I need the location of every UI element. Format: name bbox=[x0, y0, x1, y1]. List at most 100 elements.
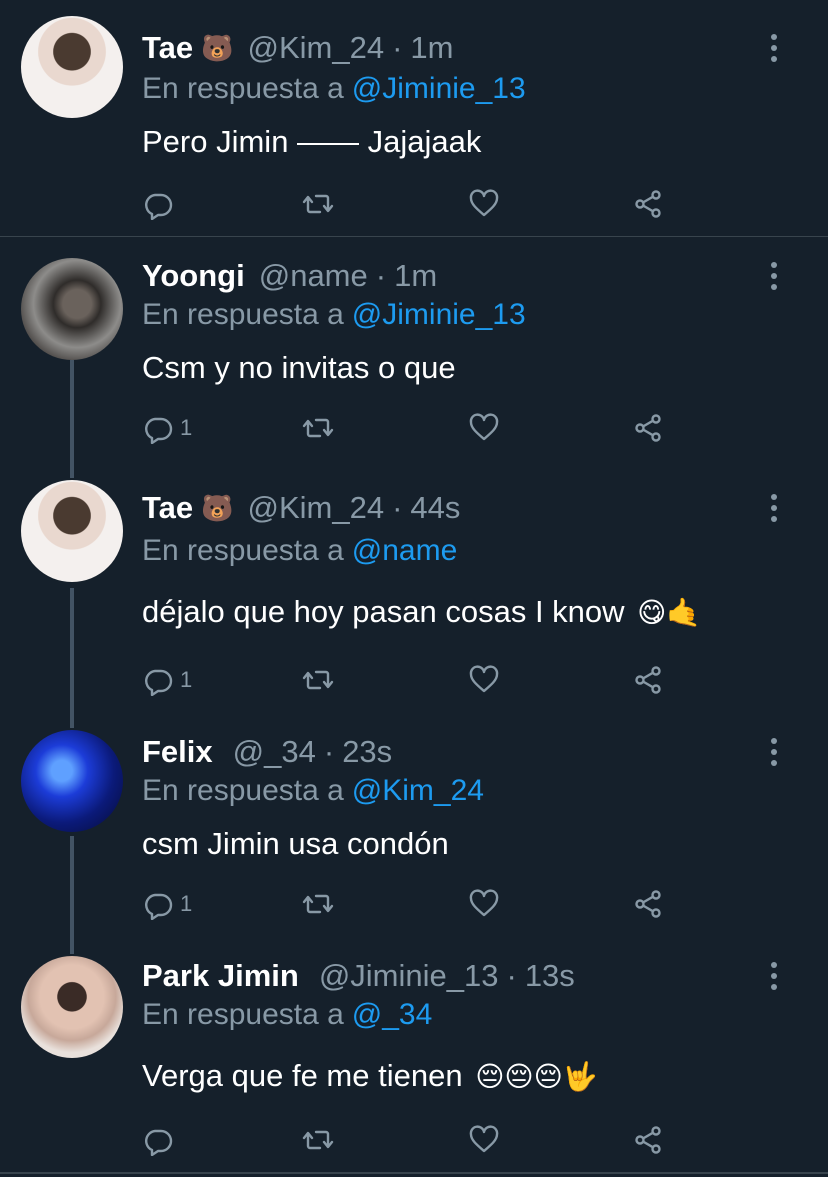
tweet-header: Yoongi @name · 1m bbox=[142, 256, 437, 296]
avatar[interactable] bbox=[21, 480, 123, 582]
tweet-text: Csm y no invitas o que bbox=[142, 350, 456, 386]
reply-context: En respuesta a @Jiminie_13 bbox=[142, 72, 526, 106]
share-icon bbox=[635, 1126, 661, 1154]
separator: · bbox=[375, 258, 387, 293]
retweet-button[interactable] bbox=[302, 662, 334, 698]
divider bbox=[0, 236, 828, 237]
share-icon bbox=[635, 414, 661, 442]
reply-context: En respuesta a @Jiminie_13 bbox=[142, 298, 526, 332]
more-icon[interactable] bbox=[768, 962, 780, 996]
reply-to-link[interactable]: @_34 bbox=[352, 998, 433, 1031]
timestamp[interactable]: 13s bbox=[525, 958, 575, 994]
avatar[interactable] bbox=[21, 16, 123, 118]
like-button[interactable] bbox=[468, 186, 500, 222]
reply-count: 1 bbox=[180, 891, 193, 916]
tweet[interactable]: Park Jimin @Jiminie_13 · 13s En respuest… bbox=[0, 956, 828, 1170]
name-emoji: 🐻 bbox=[201, 32, 234, 63]
timestamp[interactable]: 1m bbox=[410, 30, 453, 66]
display-name[interactable]: Tae bbox=[142, 30, 193, 66]
like-button[interactable] bbox=[468, 886, 500, 922]
user-handle[interactable]: @Kim_24 bbox=[248, 490, 385, 526]
user-handle[interactable]: @Kim_24 bbox=[248, 30, 385, 66]
reply-prefix: En respuesta a bbox=[142, 298, 344, 331]
retweet-icon bbox=[302, 418, 334, 438]
tweet-text-content: csm Jimin usa condón bbox=[142, 826, 449, 861]
share-icon bbox=[635, 890, 661, 918]
avatar[interactable] bbox=[21, 258, 123, 360]
like-icon bbox=[469, 889, 499, 917]
avatar[interactable] bbox=[21, 730, 123, 832]
share-icon bbox=[635, 190, 661, 218]
tweet-text: déjalo que hoy pasan cosas I know 😋🤙 bbox=[142, 594, 701, 630]
reply-context: En respuesta a @name bbox=[142, 534, 457, 568]
retweet-icon bbox=[302, 670, 334, 690]
reply-prefix: En respuesta a bbox=[142, 534, 344, 567]
share-button[interactable] bbox=[632, 1122, 664, 1158]
reply-button[interactable] bbox=[142, 1122, 174, 1158]
tweet[interactable]: Yoongi @name · 1m En respuesta a @Jiminie… bbox=[0, 256, 828, 476]
retweet-icon bbox=[302, 1130, 334, 1150]
tweet-text-content: déjalo que hoy pasan cosas I know bbox=[142, 594, 625, 629]
reply-icon bbox=[145, 417, 173, 444]
user-handle[interactable]: @name bbox=[259, 258, 368, 294]
timestamp[interactable]: 23s bbox=[342, 734, 392, 770]
tweet-header: Park Jimin @Jiminie_13 · 13s bbox=[142, 956, 575, 996]
user-handle[interactable]: @Jiminie_13 bbox=[319, 958, 499, 994]
tweet-emoji: 😔😔😔🤟 bbox=[475, 1061, 598, 1092]
reply-button[interactable]: 1 bbox=[142, 662, 192, 698]
retweet-button[interactable] bbox=[302, 1122, 334, 1158]
avatar[interactable] bbox=[21, 956, 123, 1058]
share-button[interactable] bbox=[632, 662, 664, 698]
like-icon bbox=[469, 1125, 499, 1153]
more-icon[interactable] bbox=[768, 738, 780, 772]
retweet-button[interactable] bbox=[302, 410, 334, 446]
tweet[interactable]: Felix @_34 · 23s En respuesta a @Kim_24 c… bbox=[0, 730, 828, 952]
like-button[interactable] bbox=[468, 1122, 500, 1158]
action-bar: 1 bbox=[142, 662, 682, 698]
like-button[interactable] bbox=[468, 662, 500, 698]
tweet[interactable]: Tae 🐻 @Kim_24 · 1m En respuesta a @Jimini… bbox=[0, 16, 828, 236]
reply-button[interactable]: 1 bbox=[142, 886, 192, 922]
reply-to-link[interactable]: @Kim_24 bbox=[352, 774, 484, 807]
separator: · bbox=[506, 958, 517, 993]
display-name[interactable]: Yoongi bbox=[142, 258, 245, 294]
retweet-icon bbox=[302, 894, 334, 914]
reply-button[interactable] bbox=[142, 186, 174, 222]
reply-icon bbox=[145, 193, 173, 220]
user-handle[interactable]: @_34 bbox=[233, 734, 316, 770]
share-button[interactable] bbox=[632, 410, 664, 446]
more-icon[interactable] bbox=[768, 494, 780, 528]
action-bar bbox=[142, 186, 682, 222]
reply-to-link[interactable]: @Jiminie_13 bbox=[352, 72, 526, 105]
tweet-text: csm Jimin usa condón bbox=[142, 826, 449, 862]
retweet-button[interactable] bbox=[302, 186, 334, 222]
tweet-text-content: Csm y no invitas o que bbox=[142, 350, 456, 385]
reply-to-link[interactable]: @name bbox=[352, 534, 458, 567]
like-icon bbox=[469, 189, 499, 217]
tweet-text: Pero Jimin —— Jajajaak bbox=[142, 124, 481, 160]
display-name[interactable]: Felix bbox=[142, 734, 213, 770]
action-bar: 1 bbox=[142, 886, 682, 922]
more-icon[interactable] bbox=[768, 262, 780, 296]
tweet-text-content: Pero Jimin —— Jajajaak bbox=[142, 124, 482, 159]
reply-icon bbox=[145, 1129, 173, 1156]
tweet-text: Verga que fe me tienen 😔😔😔🤟 bbox=[142, 1058, 598, 1094]
timestamp[interactable]: 1m bbox=[394, 258, 437, 294]
tweet[interactable]: Tae 🐻 @Kim_24 · 44s En respuesta a @name … bbox=[0, 480, 828, 720]
reply-prefix: En respuesta a bbox=[142, 72, 344, 105]
display-name[interactable]: Tae bbox=[142, 490, 193, 526]
action-bar: 1 bbox=[142, 410, 682, 446]
retweet-button[interactable] bbox=[302, 886, 334, 922]
reply-icon bbox=[145, 893, 173, 920]
separator: · bbox=[392, 30, 403, 65]
more-icon[interactable] bbox=[768, 34, 780, 68]
like-button[interactable] bbox=[468, 410, 500, 446]
timestamp[interactable]: 44s bbox=[410, 490, 460, 526]
like-icon bbox=[469, 413, 499, 441]
reply-to-link[interactable]: @Jiminie_13 bbox=[352, 298, 526, 331]
reply-button[interactable]: 1 bbox=[142, 410, 192, 446]
share-button[interactable] bbox=[632, 886, 664, 922]
display-name[interactable]: Park Jimin bbox=[142, 958, 299, 994]
name-emoji: 🐻 bbox=[201, 492, 234, 523]
share-button[interactable] bbox=[632, 186, 664, 222]
